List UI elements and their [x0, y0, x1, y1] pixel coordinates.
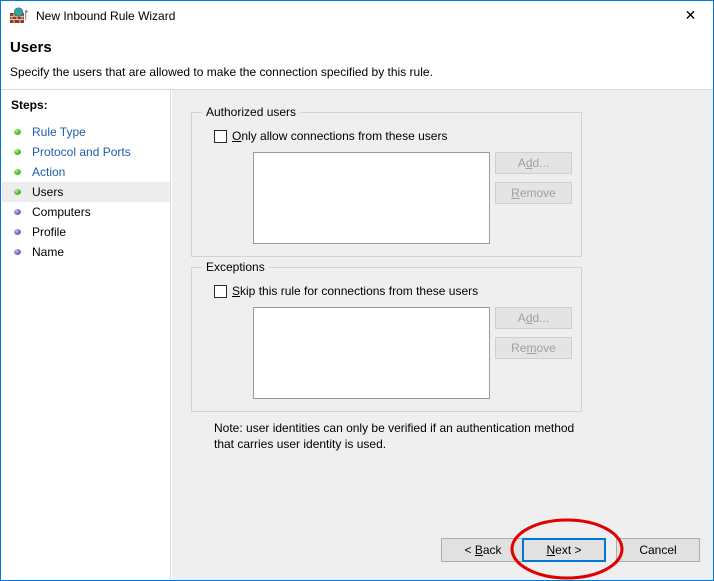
- exceptions-add-button[interactable]: Add...: [495, 307, 572, 329]
- next-button[interactable]: Next >: [522, 538, 606, 562]
- firewall-globe-icon: [9, 7, 29, 25]
- skip-rule-checkbox-row[interactable]: Skip this rule for connections from thes…: [214, 284, 478, 298]
- only-allow-connections-checkbox[interactable]: [214, 129, 227, 143]
- sidebar-item-users: Users: [2, 182, 170, 202]
- sidebar-item-label: Rule Type: [32, 125, 86, 139]
- exceptions-group-title: Exceptions: [202, 260, 269, 274]
- accelerator-char: S: [232, 284, 241, 298]
- sidebar-item-label: Computers: [32, 205, 91, 219]
- steps-heading: Steps:: [11, 98, 48, 112]
- sidebar-item-label: Users: [32, 185, 64, 199]
- accelerator-char: m: [526, 341, 537, 355]
- wizard-button-bar: < Back Next > Cancel: [172, 538, 713, 580]
- skip-rule-checkbox[interactable]: [214, 284, 227, 298]
- exceptions-listbox[interactable]: [253, 307, 490, 399]
- page-header: Users Specify the users that are allowed…: [1, 31, 713, 89]
- steps-sidebar: Steps: Rule Type Protocol and Ports Action…: [2, 90, 171, 580]
- sidebar-item-protocol-and-ports[interactable]: Protocol and Ports: [2, 142, 170, 162]
- authorized-users-add-button[interactable]: Add...: [495, 152, 572, 174]
- sidebar-item-label: Protocol and Ports: [32, 145, 131, 159]
- purple-bullet-icon: [14, 249, 21, 255]
- accelerator-char: B: [474, 543, 483, 557]
- content-panel: Authorized users Only allow connections …: [172, 90, 713, 580]
- authorized-users-group-title: Authorized users: [202, 105, 301, 119]
- purple-bullet-icon: [14, 229, 21, 235]
- skip-rule-label: Skip this rule for connections from thes…: [232, 284, 479, 298]
- only-allow-connections-checkbox-row[interactable]: Only allow connections from these users: [214, 129, 447, 143]
- authorized-users-listbox[interactable]: [253, 152, 490, 244]
- sidebar-item-name: Name: [2, 242, 170, 262]
- purple-bullet-icon: [14, 209, 21, 215]
- sidebar-item-computers: Computers: [2, 202, 170, 222]
- sidebar-item-label: Name: [32, 245, 65, 259]
- sidebar-item-label: Profile: [32, 225, 67, 239]
- accelerator-char: O: [232, 129, 242, 143]
- accelerator-char: d: [525, 311, 533, 325]
- sidebar-item-label: Action: [32, 165, 66, 179]
- cancel-button[interactable]: Cancel: [616, 538, 700, 562]
- authorized-users-remove-button[interactable]: Remove: [495, 182, 572, 204]
- green-bullet-icon: [14, 149, 21, 155]
- green-bullet-icon: [14, 129, 21, 135]
- page-subtitle: Specify the users that are allowed to ma…: [10, 65, 433, 79]
- title-bar: New Inbound Rule Wizard ✕: [1, 1, 713, 31]
- exceptions-remove-button[interactable]: Remove: [495, 337, 572, 359]
- sidebar-item-profile: Profile: [2, 222, 170, 242]
- back-button[interactable]: < Back: [441, 538, 525, 562]
- sidebar-item-action[interactable]: Action: [2, 162, 170, 182]
- steps-list: Rule Type Protocol and Ports Action Users Co…: [2, 122, 170, 262]
- new-inbound-rule-wizard-window: New Inbound Rule Wizard ✕ Users Specify …: [0, 0, 714, 581]
- green-bullet-icon: [14, 189, 21, 195]
- window-title: New Inbound Rule Wizard: [36, 9, 176, 23]
- green-bullet-icon: [14, 169, 21, 175]
- authorized-users-group: Authorized users Only allow connections …: [191, 105, 582, 257]
- exceptions-group: Exceptions Skip this rule for connection…: [191, 260, 582, 412]
- page-title: Users: [10, 39, 52, 56]
- identity-note: Note: user identities can only be verifi…: [214, 421, 575, 451]
- close-icon[interactable]: ✕: [668, 1, 713, 30]
- sidebar-item-rule-type[interactable]: Rule Type: [2, 122, 170, 142]
- only-allow-connections-label: Only allow connections from these users: [232, 129, 448, 143]
- accelerator-char: N: [546, 543, 556, 557]
- accelerator-char: R: [511, 186, 520, 200]
- accelerator-char: d: [525, 156, 533, 170]
